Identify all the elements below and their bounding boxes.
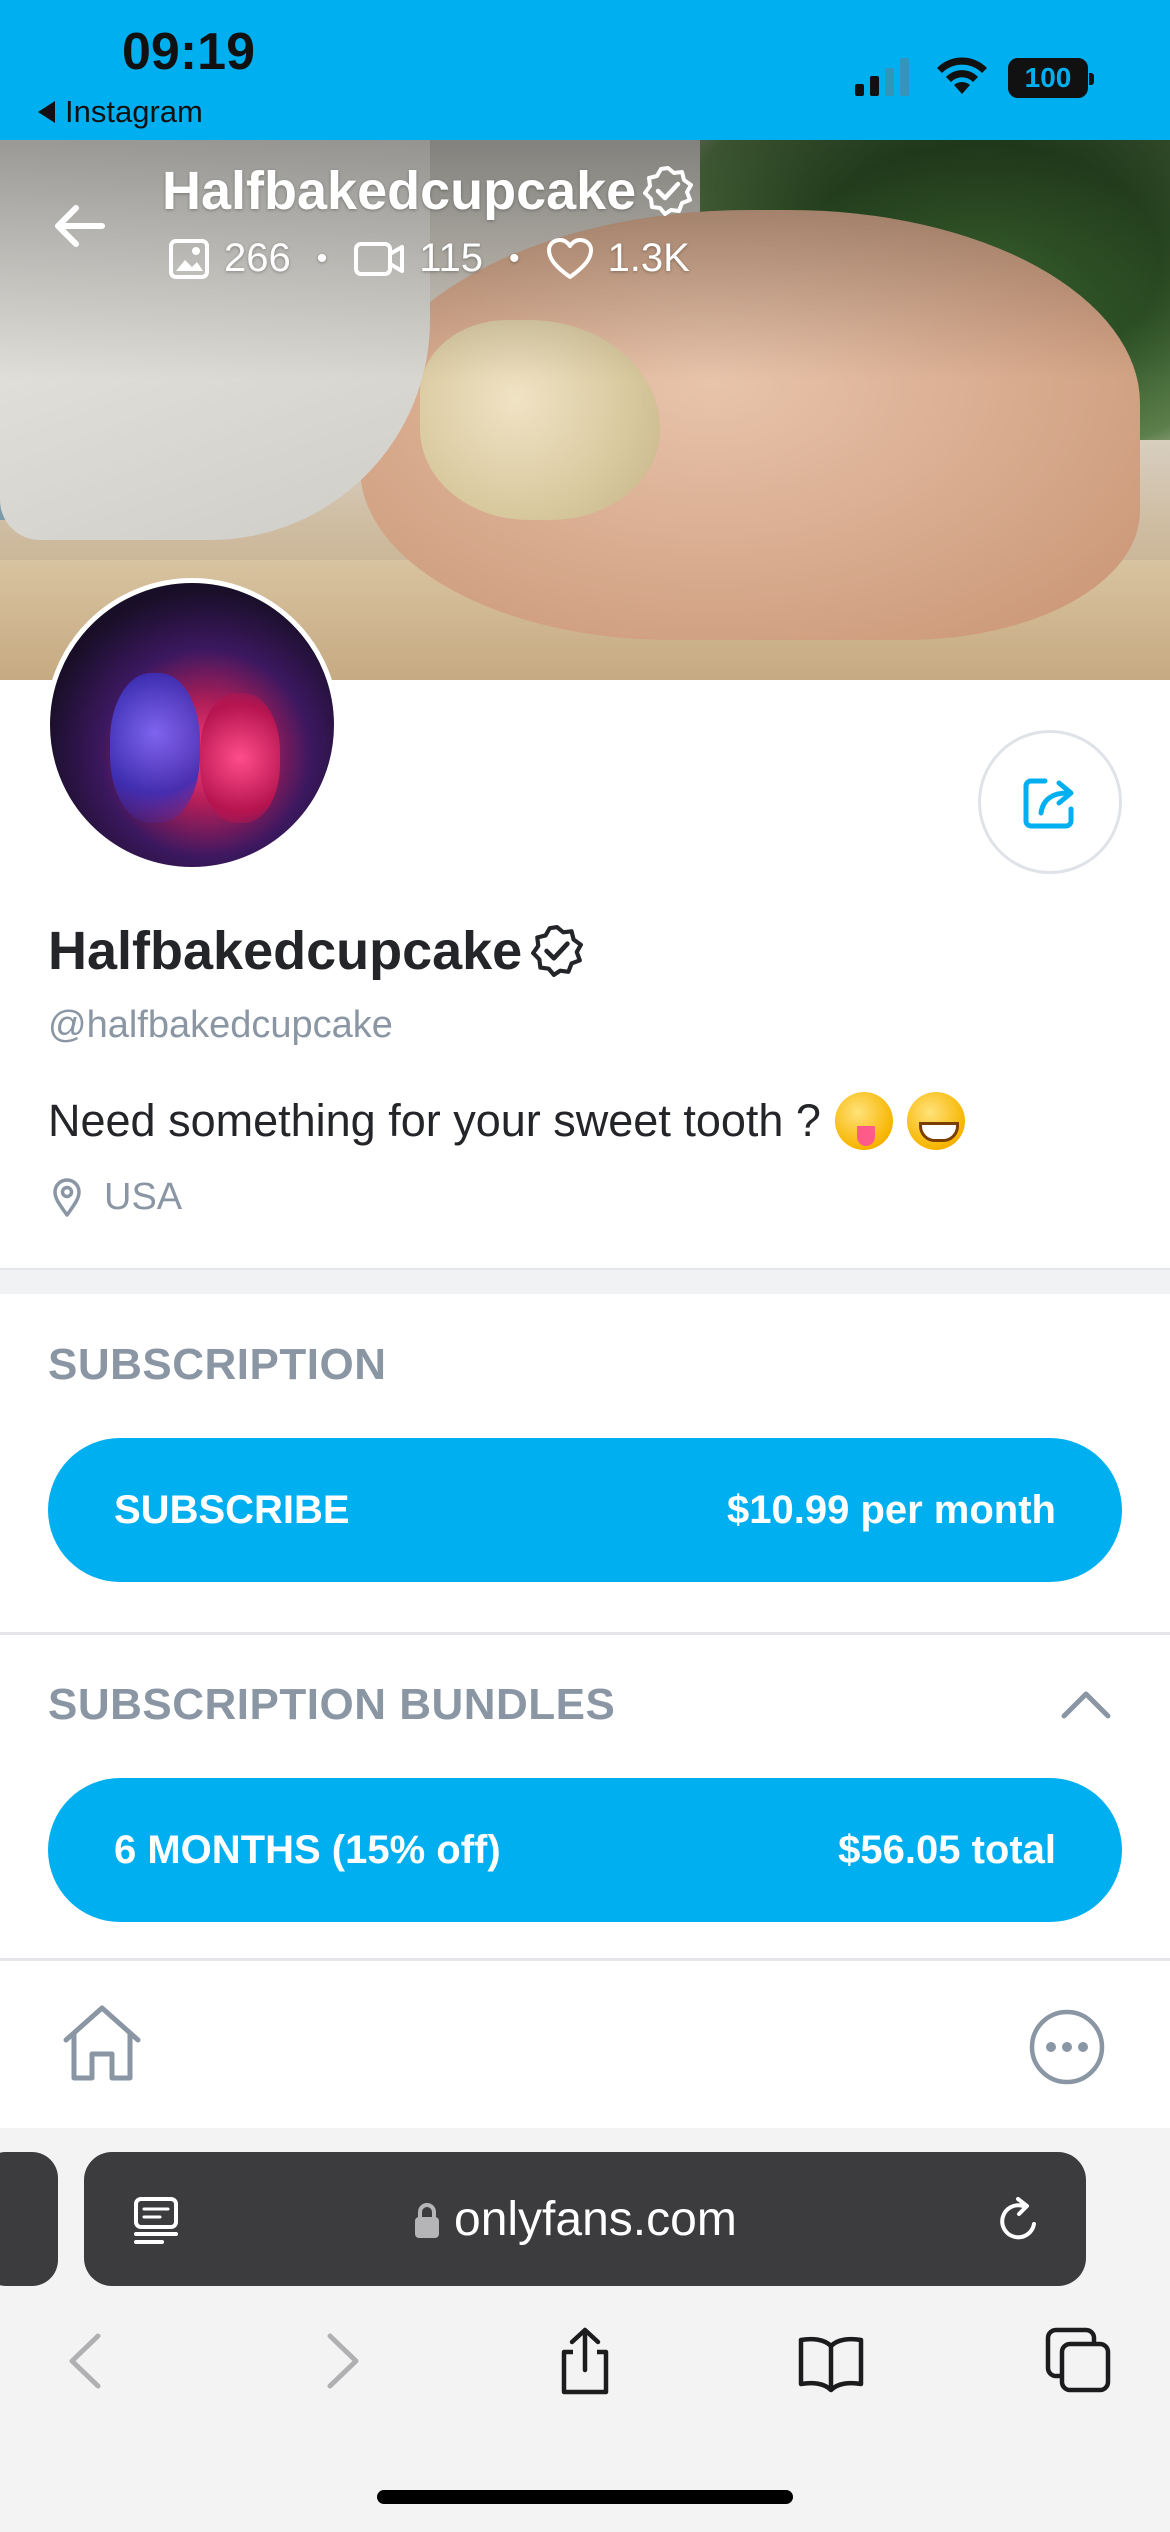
verified-badge-icon	[531, 925, 584, 977]
bundles-title: SUBSCRIPTION BUNDLES	[48, 1680, 616, 1729]
status-time: 09:19	[122, 23, 255, 81]
subscription-title: SUBSCRIPTION	[48, 1340, 387, 1389]
winking-tongue-emoji-icon	[834, 1092, 893, 1150]
home-icon[interactable]	[58, 2000, 146, 2086]
separator-dot: •	[509, 241, 520, 275]
more-icon[interactable]	[1028, 2008, 1106, 2086]
bundle-price: $56.05 total	[838, 1827, 1056, 1872]
share-icon	[1023, 778, 1074, 829]
profile-location: USA	[52, 1176, 182, 1219]
back-triangle-icon	[38, 101, 55, 123]
subscribe-label: SUBSCRIBE	[114, 1487, 350, 1532]
header-title: Halfbakedcupcake	[162, 160, 694, 222]
profile-handle: @halfbakedcupcake	[48, 1004, 393, 1046]
header-name: Halfbakedcupcake	[162, 161, 637, 221]
bundle-button[interactable]: 6 MONTHS (15% off) $56.05 total	[48, 1778, 1122, 1922]
status-bar: 09:19 Instagram 100	[0, 0, 1170, 140]
chevron-up-icon[interactable]	[1058, 1688, 1114, 1722]
heart-icon	[546, 237, 593, 279]
verified-badge-icon	[643, 166, 694, 216]
bottom-nav	[0, 1962, 1170, 2128]
tabs-icon[interactable]	[1044, 2326, 1114, 2396]
location-text: USA	[104, 1176, 183, 1218]
previous-tab[interactable]	[0, 2152, 58, 2286]
location-pin-icon	[53, 1177, 81, 1217]
back-to-app-link[interactable]: Instagram	[38, 94, 203, 130]
reload-icon[interactable]	[994, 2196, 1044, 2246]
reader-mode-icon[interactable]	[132, 2196, 180, 2246]
photo-count: 266	[168, 236, 291, 281]
grinning-emoji-icon	[906, 1092, 965, 1150]
avatar[interactable]	[45, 578, 339, 872]
like-count: 1.3K	[546, 236, 690, 281]
divider	[0, 1958, 1170, 1961]
bundle-label: 6 MONTHS (15% off)	[114, 1827, 501, 1872]
header-stats: 266 • 115 • 1.3K	[168, 236, 690, 281]
wifi-icon	[937, 57, 987, 94]
section-divider	[0, 1268, 1170, 1294]
browser-share-icon[interactable]	[550, 2326, 620, 2396]
profile-name: Halfbakedcupcake	[48, 920, 584, 982]
home-indicator	[377, 2490, 793, 2504]
bookmarks-icon[interactable]	[796, 2326, 866, 2396]
back-arrow-icon[interactable]	[50, 196, 110, 256]
share-button[interactable]	[978, 730, 1122, 874]
video-count: 115	[353, 236, 483, 281]
browser-back-icon[interactable]	[52, 2326, 122, 2396]
lock-icon	[415, 2203, 439, 2238]
browser-forward-icon[interactable]	[306, 2326, 376, 2396]
battery-icon: 100	[1008, 58, 1094, 98]
video-icon	[354, 241, 405, 276]
profile-name-text: Halfbakedcupcake	[48, 921, 523, 981]
subscribe-button[interactable]: SUBSCRIBE $10.99 per month	[48, 1438, 1122, 1582]
image-icon	[169, 238, 209, 279]
back-app-label: Instagram	[65, 94, 203, 129]
bio-text: Need something for your sweet tooth ?	[48, 1095, 821, 1146]
cellular-signal-icon	[855, 58, 909, 96]
separator-dot: •	[316, 241, 328, 275]
profile-bio: Need something for your sweet tooth ?	[48, 1092, 965, 1150]
url-text: onlyfans.com	[454, 2193, 737, 2246]
subscribe-price: $10.99 per month	[726, 1487, 1056, 1532]
divider	[0, 1632, 1170, 1635]
